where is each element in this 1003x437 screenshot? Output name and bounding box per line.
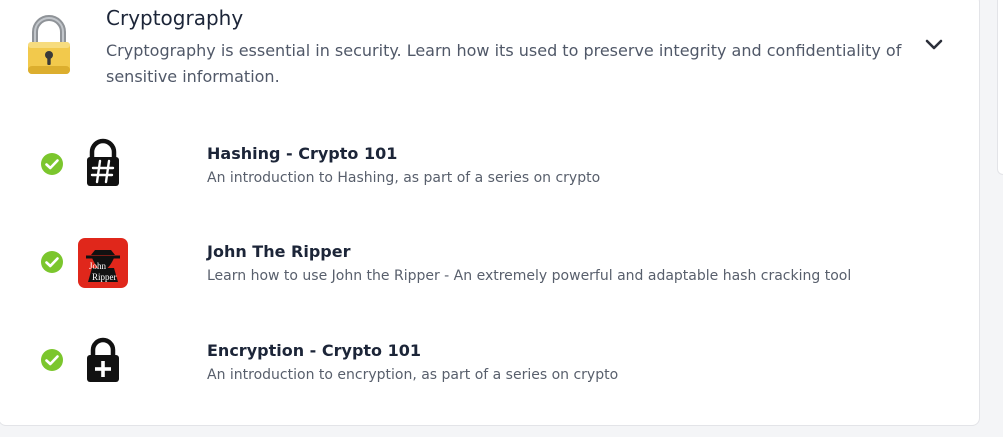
chevron-down-icon[interactable] (922, 36, 946, 54)
room-title[interactable]: Hashing - Crypto 101 (207, 144, 397, 163)
room-description: An introduction to encryption, as part o… (207, 367, 619, 383)
room-description: Learn how to use John the Ripper - An ex… (207, 268, 852, 284)
lock-plus-icon (78, 335, 128, 385)
room-item-encryption[interactable]: Encryption - Crypto 101 An introduction … (0, 321, 960, 401)
room-description: An introduction to Hashing, as part of a… (207, 170, 601, 186)
room-title[interactable]: Encryption - Crypto 101 (207, 341, 421, 360)
logo-text-ripper: Ripper (92, 272, 117, 282)
side-panel-edge (997, 0, 1003, 175)
room-item-john-the-ripper[interactable]: John Ripper John The Ripper Learn how to… (0, 222, 960, 302)
john-the-ripper-logo: John Ripper (78, 238, 128, 288)
hash-lock-icon (78, 138, 128, 188)
completed-check-icon (40, 348, 64, 372)
completed-check-icon (40, 250, 64, 274)
module-title: Cryptography (106, 6, 244, 30)
module-description: Cryptography is essential in security. L… (106, 41, 902, 86)
logo-text-john: John (89, 261, 107, 271)
room-title[interactable]: John The Ripper (207, 242, 350, 261)
padlock-icon (26, 14, 72, 76)
completed-check-icon (40, 152, 64, 176)
room-item-hashing[interactable]: Hashing - Crypto 101 An introduction to … (0, 124, 960, 204)
